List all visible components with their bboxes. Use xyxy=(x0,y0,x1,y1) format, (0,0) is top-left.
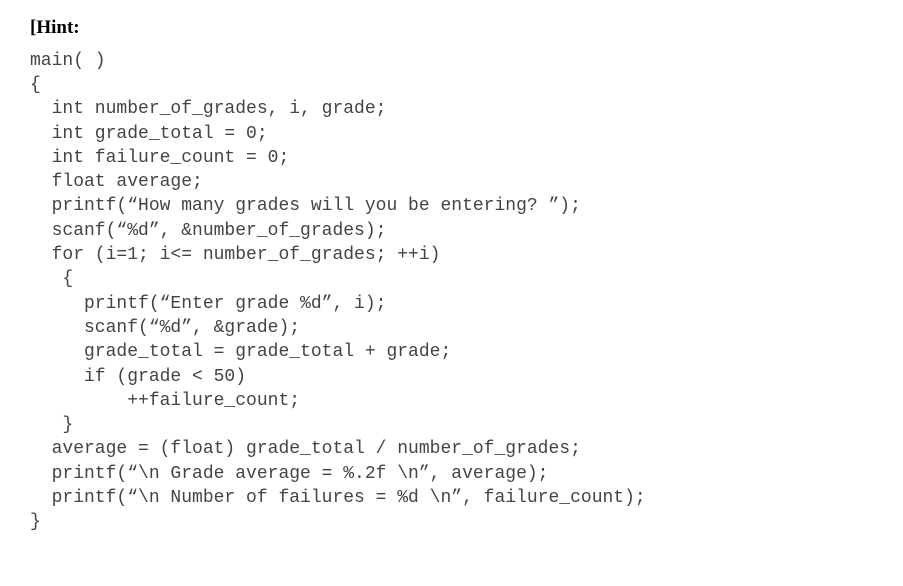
code-line: printf(“\n Number of failures = %d \n”, … xyxy=(30,488,646,508)
code-line: if (grade < 50) xyxy=(30,367,246,387)
code-line: } xyxy=(30,415,73,435)
code-line: int grade_total = 0; xyxy=(30,124,268,144)
code-line: scanf(“%d”, &grade); xyxy=(30,318,300,338)
code-line: ++failure_count; xyxy=(30,391,300,411)
code-line: { xyxy=(30,269,73,289)
code-line: for (i=1; i<= number_of_grades; ++i) xyxy=(30,245,440,265)
code-line: printf(“How many grades will you be ente… xyxy=(30,196,581,216)
code-line: float average; xyxy=(30,172,203,192)
code-line: average = (float) grade_total / number_o… xyxy=(30,439,581,459)
code-line: printf(“\n Grade average = %.2f \n”, ave… xyxy=(30,464,548,484)
code-line: grade_total = grade_total + grade; xyxy=(30,342,451,362)
hint-header: [Hint: xyxy=(30,15,80,41)
code-listing: main( ) { int number_of_grades, i, grade… xyxy=(30,49,873,535)
code-line: scanf(“%d”, &number_of_grades); xyxy=(30,221,386,241)
code-line: } xyxy=(30,512,41,532)
code-line: printf(“Enter grade %d”, i); xyxy=(30,294,386,314)
code-line: main( ) xyxy=(30,51,106,71)
code-line: int number_of_grades, i, grade; xyxy=(30,99,386,119)
code-line: { xyxy=(30,75,41,95)
code-line: int failure_count = 0; xyxy=(30,148,289,168)
